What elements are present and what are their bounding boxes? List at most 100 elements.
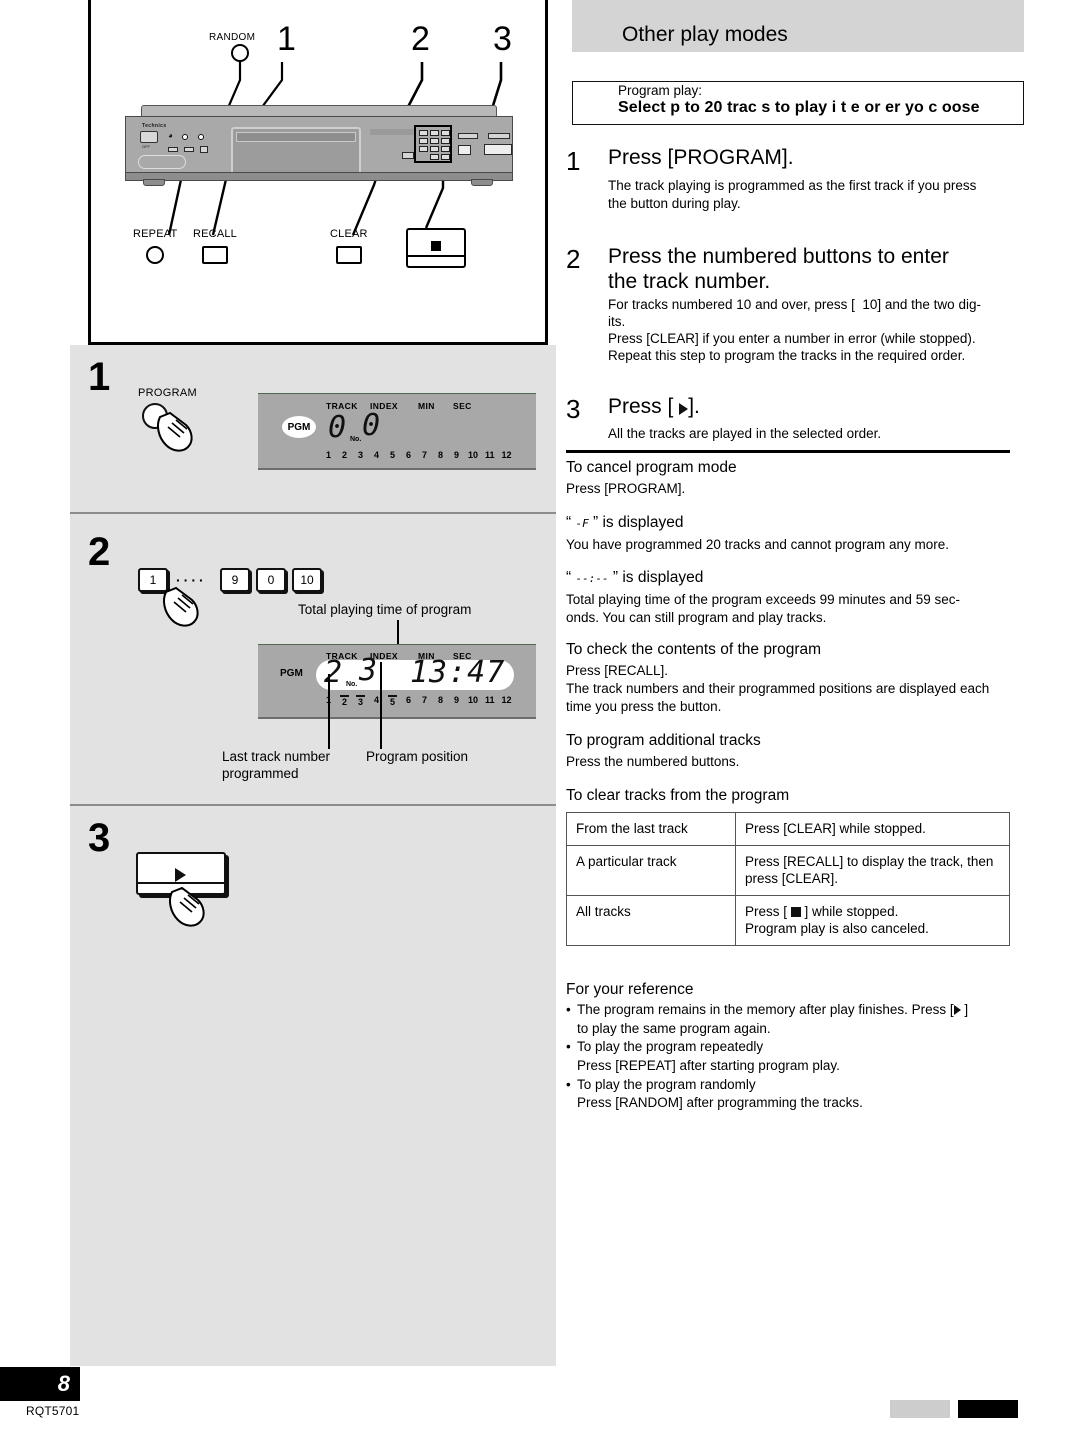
- body-full-displayed: You have programmed 20 tracks and cannot…: [566, 537, 949, 552]
- repeat-button-on-device: [168, 147, 178, 152]
- program-play-description: Select p to 20 trac s to play i t e or e…: [618, 99, 980, 116]
- play-icon: [953, 1005, 961, 1015]
- play-button-on-device: [484, 144, 512, 155]
- body-check-contents: Press [RECALL]. The track numbers and th…: [566, 663, 990, 714]
- left-step-3-number: 3: [88, 816, 111, 860]
- annotation-last-track-line: [328, 674, 330, 749]
- reference-item-1-sub: to play the same program again.: [577, 1020, 771, 1036]
- device-front-panel: Technics OFF ◕: [125, 116, 513, 175]
- clear-tracks-table: From the last track Press [CLEAR] while …: [566, 812, 1010, 946]
- body-dashes-displayed: Total playing time of the program exceed…: [566, 592, 960, 625]
- body-program-additional: Press the numbered buttons.: [566, 754, 740, 769]
- legend-clear: CLEAR: [330, 228, 368, 264]
- left-step-2-panel: 2 1 ···· 9 0 10 Total playing time of pr…: [70, 514, 556, 804]
- program-play-label: Program play:: [618, 83, 703, 98]
- device-foot-left: [143, 179, 165, 186]
- device-foot-right: [471, 179, 493, 186]
- random-button-on-device: [182, 134, 188, 140]
- legend-repeat-label: REPEAT: [133, 228, 178, 240]
- lcd-no-label-1: No.: [350, 436, 362, 443]
- power-button: [140, 131, 158, 143]
- subhead-for-your-reference: For your reference: [566, 981, 694, 998]
- pointing-hand-icon-3: [169, 886, 205, 927]
- subhead-program-additional: To program additional tracks: [566, 732, 761, 749]
- lcd-no-label-2: No.: [346, 681, 358, 688]
- lcd-glyph-full: -F: [575, 517, 589, 530]
- left-step-1-panel: 1 PROGRAM PGM TRACK INDEX MIN SEC 0 No. …: [70, 345, 556, 512]
- lcd-time-value-2: 13:47: [410, 655, 506, 690]
- device-brand-label: Technics: [142, 123, 167, 129]
- device-button-b: [488, 133, 510, 139]
- right-column: Other play modes Program play: Select p …: [556, 0, 1080, 1441]
- lcd-index-value-1: 0: [362, 408, 382, 443]
- disc-tray: [231, 127, 361, 175]
- legend-stop: [406, 228, 466, 268]
- step-1-heading: Press [PROGRAM].: [608, 146, 794, 169]
- left-column: RANDOM 1 2 3 Technics OFF ◕ REPEAT RECAL…: [0, 0, 556, 1441]
- lcd-track-value-1: 0: [328, 410, 348, 445]
- stop-button-on-device: [458, 145, 471, 155]
- reference-item-3: To play the program randomly: [566, 1076, 1016, 1095]
- program-button-on-device: [198, 134, 204, 140]
- table-row: A particular track Press [RECALL] to dis…: [566, 844, 1010, 896]
- lcd-header-sec-1: SEC: [453, 401, 472, 411]
- subhead-cancel-program-mode: To cancel program mode: [566, 459, 737, 476]
- numeric-key-0[interactable]: 0: [256, 568, 286, 592]
- lcd-glyph-dashes: --:--: [575, 572, 609, 585]
- step-2-body-line-3: Press [CLEAR] if you enter a number in e…: [608, 331, 976, 346]
- annotation-last-track: Last track number programmed: [222, 749, 331, 781]
- device-button-a: [458, 133, 478, 139]
- body-cancel-program-mode: Press [PROGRAM].: [566, 481, 686, 496]
- manual-page: RANDOM 1 2 3 Technics OFF ◕ REPEAT RECAL…: [0, 0, 1080, 1441]
- step-1-number: 1: [566, 146, 581, 176]
- cell-action-1: Press [CLEAR] while stopped.: [735, 812, 1010, 846]
- device-diagram-box: RANDOM 1 2 3 Technics OFF ◕ REPEAT RECAL…: [88, 0, 548, 345]
- legend-clear-shape: [335, 246, 362, 264]
- left-step-2-number: 2: [88, 530, 111, 574]
- step-3-number: 3: [566, 394, 581, 424]
- subhead-check-contents: To check the contents of the program: [566, 641, 822, 658]
- numeric-keypad: [414, 125, 452, 163]
- annotation-total-time: Total playing time of program: [298, 602, 472, 617]
- step-2-body-line-4: Repeat this step to program the tracks i…: [608, 348, 966, 363]
- lcd-track-ticks-2: 123 456 789 101112: [326, 695, 512, 707]
- registration-mark-gray: [890, 1400, 950, 1418]
- step-2-body-line-2: its.: [608, 314, 626, 329]
- lcd-pgm-indicator-1: PGM: [282, 416, 316, 438]
- registration-mark-black: [958, 1400, 1018, 1418]
- lcd-track-value-2: 2: [324, 655, 344, 690]
- recall-button-on-device: [184, 147, 194, 152]
- cell-action-2: Press [RECALL] to display the track, the…: [735, 844, 1010, 896]
- clear-button-on-device: [402, 152, 414, 159]
- program-key-label: PROGRAM: [138, 387, 197, 399]
- step-1-body: The track playing is programmed as the f…: [608, 178, 977, 211]
- reference-item-2-sub: Press [REPEAT] after starting program pl…: [577, 1057, 840, 1073]
- lcd-pgm-indicator-2: PGM: [280, 668, 303, 679]
- cell-condition-2: A particular track: [566, 844, 736, 896]
- table-row: All tracks Press [ ] while stopped. Prog…: [566, 894, 1010, 946]
- lcd-display-step-2: PGM TRACK INDEX MIN SEC 2 No. 3 13:47 12…: [258, 644, 536, 719]
- numeric-key-10[interactable]: 10: [292, 568, 322, 592]
- small-button-on-device: [200, 146, 208, 153]
- device-base: [125, 172, 513, 181]
- cell-condition-3: All tracks: [566, 894, 736, 946]
- section-rule: [566, 450, 1010, 453]
- numeric-key-9[interactable]: 9: [220, 568, 250, 592]
- cd-player-device: Technics OFF ◕: [119, 105, 519, 190]
- legend-recall-shape: [202, 246, 228, 264]
- lcd-index-value-2: 3: [359, 653, 379, 688]
- pointing-hand-icon: [157, 411, 193, 452]
- reference-list: The program remains in the memory after …: [566, 1001, 1016, 1113]
- table-row: From the last track Press [CLEAR] while …: [566, 812, 1010, 846]
- subhead-full-displayed: “ -F ” is displayed: [566, 514, 684, 531]
- document-code: RQT5701: [26, 1404, 80, 1418]
- subhead-dashes-displayed: “ --:-- ” is displayed: [566, 569, 704, 586]
- power-off-label: OFF: [142, 144, 150, 149]
- stop-icon: [431, 241, 441, 251]
- reference-item-1: The program remains in the memory after …: [566, 1001, 1016, 1020]
- disc-tray-slot: [236, 132, 356, 142]
- lcd-track-ticks-1: 123 456 789 10 11 12: [325, 450, 512, 460]
- left-step-3-panel: 3: [70, 806, 556, 1366]
- play-icon: [175, 868, 186, 882]
- page-title: Other play modes: [622, 23, 788, 46]
